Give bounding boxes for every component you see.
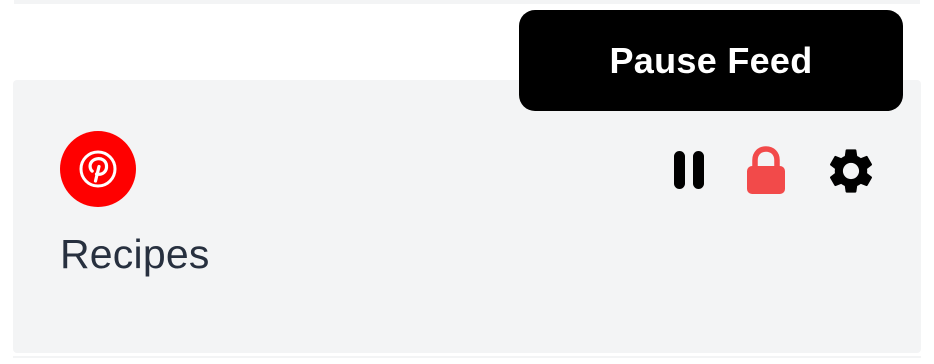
feed-card bbox=[13, 80, 921, 353]
lock-feed-button[interactable] bbox=[738, 142, 794, 198]
settings-button[interactable] bbox=[822, 142, 880, 200]
pause-feed-button[interactable] bbox=[666, 145, 712, 195]
feed-card-container: Recipes Pause Feed bbox=[0, 0, 934, 364]
previous-card-edge bbox=[14, 0, 920, 4]
gear-icon bbox=[829, 149, 873, 193]
pinterest-icon bbox=[60, 131, 136, 207]
pause-feed-tooltip: Pause Feed bbox=[519, 10, 903, 111]
pause-icon bbox=[674, 151, 704, 189]
next-card-edge bbox=[13, 356, 921, 358]
lock-icon bbox=[747, 146, 785, 194]
feed-title: Recipes bbox=[60, 231, 210, 277]
